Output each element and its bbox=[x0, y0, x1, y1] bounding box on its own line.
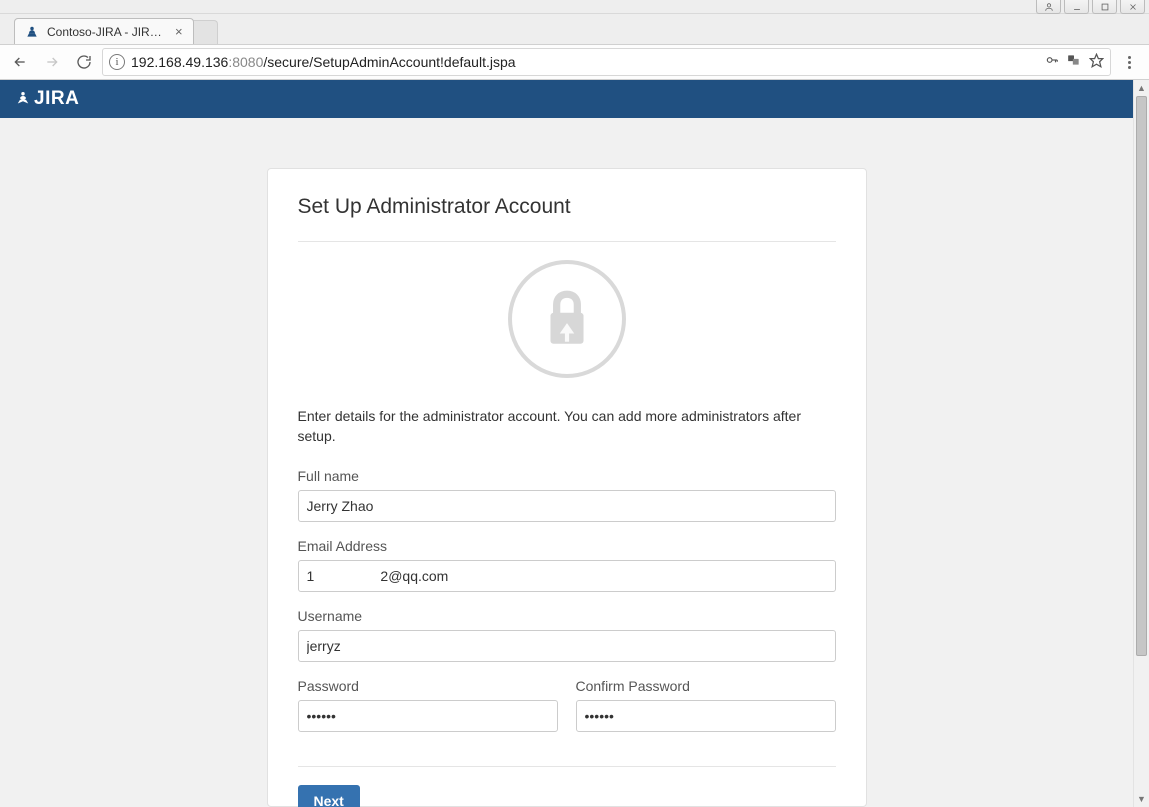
full-name-input[interactable] bbox=[298, 490, 836, 522]
url-port: :8080 bbox=[228, 54, 263, 70]
browser-tabstrip: Contoso-JIRA - JIRA Se × bbox=[0, 14, 1149, 44]
username-input[interactable] bbox=[298, 630, 836, 662]
browser-tab-title: Contoso-JIRA - JIRA Se bbox=[47, 25, 167, 39]
back-button[interactable] bbox=[6, 48, 34, 76]
os-minimize-button[interactable] bbox=[1064, 0, 1089, 14]
bookmark-star-icon[interactable] bbox=[1089, 53, 1104, 72]
setup-heading: Set Up Administrator Account bbox=[298, 195, 836, 219]
browser-toolbar: i 192.168.49.136:8080/secure/SetupAdminA… bbox=[0, 44, 1149, 80]
confirm-password-label: Confirm Password bbox=[576, 678, 836, 694]
url-host: 192.168.49.136 bbox=[131, 54, 228, 70]
os-titlebar bbox=[0, 0, 1149, 14]
email-input[interactable] bbox=[298, 560, 836, 592]
email-label: Email Address bbox=[298, 538, 836, 554]
browser-new-tab-button[interactable] bbox=[190, 20, 218, 44]
password-label: Password bbox=[298, 678, 558, 694]
reload-button[interactable] bbox=[70, 48, 98, 76]
vertical-scrollbar[interactable]: ▲ ▼ bbox=[1133, 80, 1149, 807]
save-password-icon[interactable] bbox=[1045, 53, 1059, 71]
forward-button bbox=[38, 48, 66, 76]
page-content: Set Up Administrator Account Enter detai… bbox=[0, 118, 1133, 807]
scroll-up-arrow-icon[interactable]: ▲ bbox=[1134, 80, 1149, 96]
os-maximize-button[interactable] bbox=[1092, 0, 1117, 14]
jira-logo: JIRA bbox=[14, 88, 79, 110]
site-info-icon[interactable]: i bbox=[109, 54, 125, 70]
scroll-thumb[interactable] bbox=[1136, 96, 1147, 656]
url-path: /secure/SetupAdminAccount!default.jspa bbox=[263, 54, 515, 70]
browser-menu-button[interactable] bbox=[1115, 48, 1143, 76]
address-bar[interactable]: i 192.168.49.136:8080/secure/SetupAdminA… bbox=[102, 48, 1111, 76]
scroll-track[interactable] bbox=[1134, 96, 1149, 791]
password-input[interactable] bbox=[298, 700, 558, 732]
divider bbox=[298, 766, 836, 767]
app-header: JIRA bbox=[0, 80, 1133, 118]
confirm-password-input[interactable] bbox=[576, 700, 836, 732]
divider bbox=[298, 241, 836, 242]
setup-description: Enter details for the administrator acco… bbox=[298, 406, 836, 446]
lock-illustration bbox=[298, 260, 836, 378]
translate-icon[interactable] bbox=[1067, 53, 1081, 71]
lock-icon bbox=[541, 288, 593, 350]
full-name-label: Full name bbox=[298, 468, 836, 484]
jira-logo-text: JIRA bbox=[34, 88, 79, 110]
browser-tab-active[interactable]: Contoso-JIRA - JIRA Se × bbox=[14, 18, 194, 44]
page-viewport: JIRA Set Up Administrator Account Enter … bbox=[0, 80, 1149, 807]
scroll-down-arrow-icon[interactable]: ▼ bbox=[1134, 791, 1149, 807]
next-button[interactable]: Next bbox=[298, 785, 360, 807]
os-user-icon[interactable] bbox=[1036, 0, 1061, 14]
os-close-button[interactable] bbox=[1120, 0, 1145, 14]
tab-close-icon[interactable]: × bbox=[175, 24, 183, 39]
jira-favicon-icon bbox=[25, 25, 39, 39]
setup-card: Set Up Administrator Account Enter detai… bbox=[267, 168, 867, 807]
username-label: Username bbox=[298, 608, 836, 624]
